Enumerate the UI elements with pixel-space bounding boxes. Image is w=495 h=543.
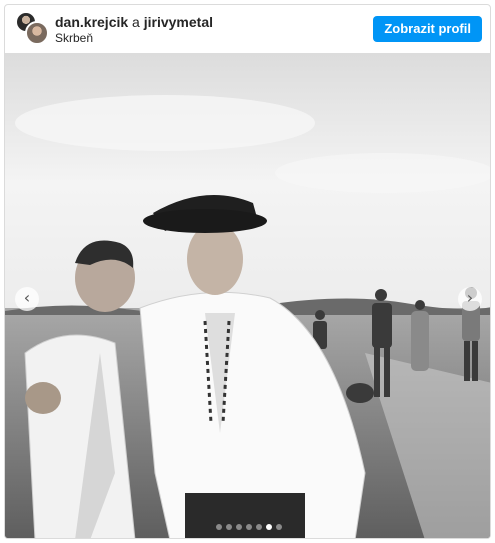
- avatar[interactable]: [25, 21, 49, 45]
- post-author-block: dan.krejcik a jirivymetal Skrbeň: [55, 14, 213, 46]
- carousel-dot: [235, 524, 242, 530]
- username-link[interactable]: jirivymetal: [144, 14, 213, 30]
- carousel-dot: [215, 524, 222, 530]
- author-line: dan.krejcik a jirivymetal: [55, 14, 213, 30]
- post-card: dan.krejcik a jirivymetal Skrbeň Zobrazi…: [4, 4, 491, 539]
- carousel-dot: [225, 524, 232, 530]
- chevron-right-icon[interactable]: ›: [458, 287, 482, 311]
- chevron-left-icon[interactable]: ‹: [15, 287, 39, 311]
- carousel-dot: [265, 524, 272, 530]
- username-link[interactable]: dan.krejcik: [55, 14, 128, 30]
- carousel-indicator: [5, 524, 490, 530]
- post-photo[interactable]: ‹ ›: [5, 53, 490, 538]
- carousel-dot: [275, 524, 282, 530]
- location-link[interactable]: Skrbeň: [55, 30, 213, 46]
- view-profile-button[interactable]: Zobrazit profil: [373, 16, 482, 42]
- collab-avatars[interactable]: [15, 11, 51, 47]
- carousel-dot: [255, 524, 262, 530]
- photo-illustration: [5, 53, 490, 538]
- post-header: dan.krejcik a jirivymetal Skrbeň Zobrazi…: [5, 5, 490, 53]
- conjunction-text: a: [132, 14, 140, 30]
- carousel-dot: [245, 524, 252, 530]
